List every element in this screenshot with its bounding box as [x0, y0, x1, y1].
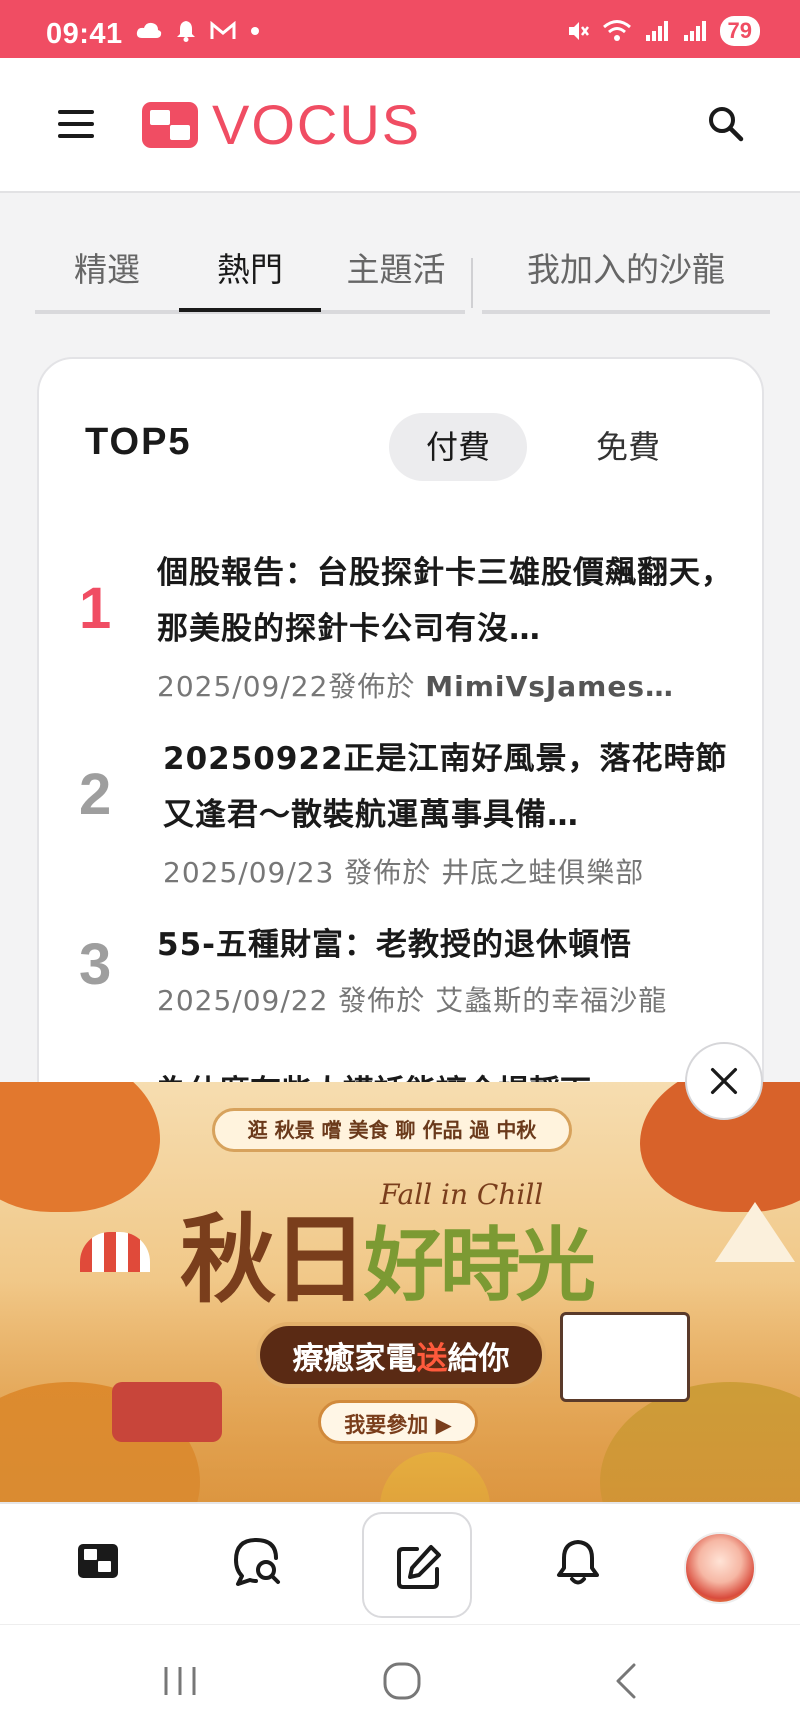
article-meta: 2025/09/23 發佈於 井底之蛙俱樂部	[163, 851, 743, 891]
status-bar: 09:41 79	[0, 0, 800, 58]
vocus-logo[interactable]: VOCUS	[142, 93, 422, 156]
signal-icon	[645, 21, 668, 41]
publish-date: 2025/09/23 發佈於	[163, 856, 432, 889]
gmail-icon	[210, 21, 236, 39]
bell-icon	[177, 21, 195, 42]
hamburger-icon[interactable]	[58, 110, 94, 140]
banner-subtitle-part2: 給你	[447, 1341, 510, 1377]
dot-icon	[251, 27, 259, 35]
book-decoration	[560, 1312, 690, 1402]
recents-icon[interactable]	[158, 1659, 202, 1703]
banner-title-part2: 好時光	[364, 1219, 596, 1312]
avatar[interactable]	[684, 1532, 756, 1604]
edit-icon	[397, 1545, 441, 1589]
article-meta: 2025/09/22發佈於 MimiVsJames…	[157, 665, 737, 705]
leaf-decoration	[0, 1082, 160, 1212]
logo-text: VOCUS	[212, 93, 422, 156]
wifi-icon	[602, 20, 631, 41]
article-title[interactable]: 為什麼有些人講話能讓全場靜下	[157, 1064, 717, 1084]
tab-featured[interactable]: 精選	[35, 240, 179, 312]
rank-number: 1	[79, 576, 112, 641]
banner-subtitle: 療癒家電送給你	[256, 1322, 546, 1388]
publish-date: 2025/09/22 發佈於	[157, 984, 426, 1017]
status-time: 09:41	[46, 18, 123, 50]
banner-subtitle-part1: 療癒家電	[292, 1341, 417, 1377]
home-circle-icon[interactable]	[380, 1659, 424, 1703]
publish-date: 2025/09/22發佈於	[157, 670, 416, 703]
banner-title-part1: 秋日	[180, 1204, 368, 1316]
toggle-free[interactable]: 免費	[559, 413, 697, 481]
chat-search-icon[interactable]	[228, 1534, 284, 1590]
close-icon[interactable]	[685, 1042, 763, 1120]
article-title[interactable]: 個股報告：台股探針卡三雄股價飆翻天，那美股的探針卡公司有沒…	[157, 545, 737, 657]
vocus-logo-icon	[142, 102, 198, 148]
top5-card: TOP5 付費 免費 1 個股報告：台股探針卡三雄股價飆翻天，那美股的探針卡公司…	[37, 357, 764, 1117]
tab-popular[interactable]: 熱門	[179, 240, 321, 312]
tent-decoration	[715, 1202, 795, 1262]
cloud-icon	[136, 22, 162, 38]
tab-active-indicator	[179, 308, 321, 312]
back-icon[interactable]	[606, 1659, 650, 1703]
bottom-nav	[0, 1502, 800, 1624]
app-header: VOCUS	[0, 58, 800, 193]
article-title[interactable]: 20250922正是江南好風景，落花時節又逢君～散裝航運萬事具備…	[163, 731, 743, 843]
search-icon[interactable]	[706, 104, 746, 144]
notification-icons	[136, 20, 260, 42]
rank-number: 2	[79, 762, 112, 827]
tab-topics[interactable]: 主題活	[321, 240, 471, 312]
banner-subtitle-accent: 送	[416, 1341, 448, 1377]
salon-name[interactable]: 艾蠡斯的幸福沙龍	[435, 984, 667, 1017]
vocus-home-icon[interactable]	[70, 1534, 126, 1590]
tab-bar: 精選 熱門 主題活 我加入的沙龍	[35, 240, 770, 314]
tab-divider	[471, 258, 473, 308]
salon-name[interactable]: MimiVsJames…	[425, 670, 674, 703]
battery-indicator: 79	[719, 16, 760, 46]
article-title[interactable]: 55-五種財富：老教授的退休頓悟	[157, 917, 737, 973]
compose-button[interactable]	[362, 1512, 472, 1618]
bell-icon[interactable]	[550, 1534, 606, 1590]
article-meta: 2025/09/22 發佈於 艾蠡斯的幸福沙龍	[157, 979, 737, 1019]
rank-number: 3	[79, 932, 112, 997]
truck-decoration	[112, 1382, 222, 1442]
toggle-paid[interactable]: 付費	[389, 413, 527, 481]
stall-decoration	[80, 1232, 150, 1272]
banner-tags: 逛 秋景 嚐 美食 聊 作品 過 中秋	[212, 1108, 572, 1152]
salon-name[interactable]: 井底之蛙俱樂部	[441, 856, 644, 889]
join-button[interactable]: 我要參加 ▶	[318, 1400, 478, 1444]
signal-icon	[683, 21, 706, 41]
tab-joined-salons[interactable]: 我加入的沙龍	[482, 240, 770, 312]
system-nav-bar	[0, 1624, 800, 1733]
top5-title: TOP5	[85, 421, 192, 463]
promo-banner[interactable]: 逛 秋景 嚐 美食 聊 作品 過 中秋 Fall in Chill 秋日好時光 …	[0, 1082, 800, 1502]
system-status-icons: 79	[566, 16, 760, 46]
banner-title: 秋日好時光	[180, 1182, 596, 1321]
mute-icon	[568, 22, 589, 40]
